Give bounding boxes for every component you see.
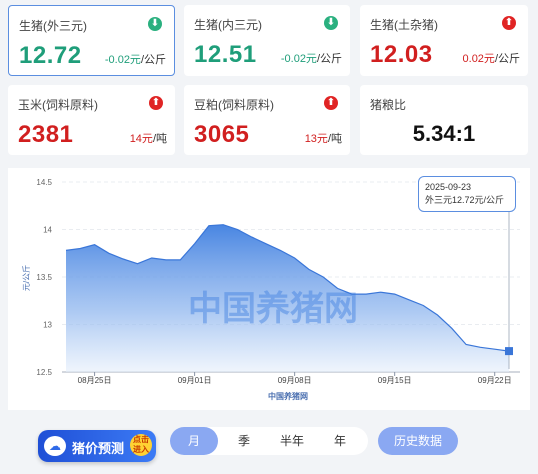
card-title: 玉米(饲料原料) bbox=[18, 98, 98, 112]
card-change: -0.02元/公斤 bbox=[280, 53, 342, 65]
card-price: 12.51 bbox=[194, 41, 257, 68]
card-title: 豆粕(饲料原料) bbox=[194, 98, 274, 112]
price-card-waisanyuan[interactable]: 生猪(外三元) ⬇ 12.72 -0.02元/公斤 bbox=[8, 5, 175, 76]
card-price: 12.03 bbox=[370, 41, 433, 68]
card-price: 2381 bbox=[18, 121, 74, 148]
card-change: -0.02元/公斤 bbox=[104, 54, 166, 66]
enter-badge: 点击进入 bbox=[130, 434, 152, 456]
price-card-neisanyuan[interactable]: 生猪(内三元) ⬇ 12.51 -0.02元/公斤 bbox=[184, 5, 350, 76]
history-data-button[interactable]: 历史数据 bbox=[378, 427, 458, 455]
price-card-corn[interactable]: 玉米(饲料原料) ⬆ 2381 14元/吨 bbox=[8, 85, 175, 155]
card-price: 12.72 bbox=[19, 42, 82, 69]
price-card-tuzazhu[interactable]: 生猪(土杂猪) ⬆ 12.03 0.02元/公斤 bbox=[360, 5, 528, 76]
card-change: 14元/吨 bbox=[129, 133, 167, 145]
period-halfyear[interactable]: 半年 bbox=[268, 427, 316, 455]
price-card-soymeal[interactable]: 豆粕(饲料原料) ⬆ 3065 13元/吨 bbox=[184, 85, 350, 155]
card-price: 3065 bbox=[194, 121, 250, 148]
price-card-ratio[interactable]: 猪粮比 5.34:1 bbox=[360, 85, 528, 155]
period-month[interactable]: 月 bbox=[170, 427, 218, 455]
forecast-label: 猪价预测 bbox=[72, 441, 125, 456]
tooltip-date: 2025-09-23 bbox=[425, 182, 472, 192]
arrow-down-icon: ⬇ bbox=[148, 17, 162, 31]
card-title: 生猪(内三元) bbox=[194, 18, 262, 32]
card-change: 13元/吨 bbox=[304, 133, 342, 145]
arrow-down-icon: ⬇ bbox=[324, 16, 338, 30]
period-year[interactable]: 年 bbox=[316, 427, 364, 455]
arrow-up-icon: ⬆ bbox=[502, 16, 516, 30]
card-price: 5.34:1 bbox=[412, 121, 476, 146]
card-title: 生猪(外三元) bbox=[19, 19, 87, 33]
period-quarter[interactable]: 季 bbox=[220, 427, 268, 455]
period-selector: 月 季 半年 年 bbox=[170, 427, 368, 455]
price-forecast-button[interactable]: ☁ 猪价预测 点击进入 bbox=[38, 430, 156, 462]
tooltip-value: 外三元12.72元/公斤 bbox=[425, 195, 505, 205]
arrow-up-icon: ⬆ bbox=[149, 96, 163, 110]
card-title: 生猪(土杂猪) bbox=[370, 18, 438, 32]
card-change: 0.02元/公斤 bbox=[462, 53, 520, 65]
arrow-up-icon: ⬆ bbox=[324, 96, 338, 110]
cloud-icon: ☁ bbox=[44, 436, 66, 456]
card-title: 猪粮比 bbox=[370, 98, 407, 112]
chart-tooltip: 2025-09-23 外三元12.72元/公斤 bbox=[418, 176, 516, 212]
